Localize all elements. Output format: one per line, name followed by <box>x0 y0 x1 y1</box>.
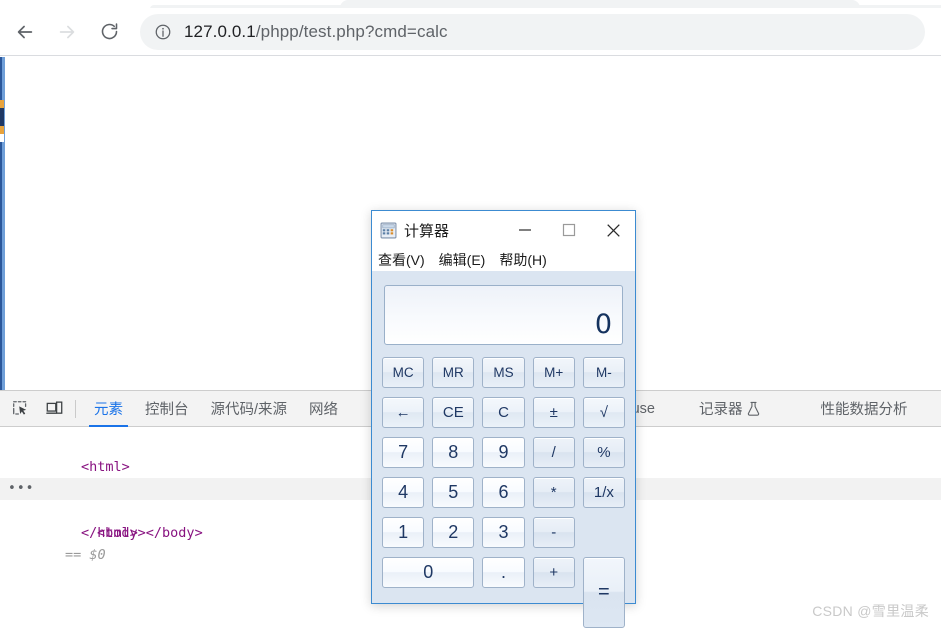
menu-edit[interactable]: 编辑(E) <box>439 250 486 270</box>
minimize-button[interactable] <box>503 211 547 249</box>
devtools-tab-elements[interactable]: 元素 <box>83 391 134 427</box>
devtools-tab-label: 控制台 <box>145 402 189 418</box>
calculator-title-text: 计算器 <box>404 222 450 240</box>
flask-icon <box>747 401 760 416</box>
button-decimal[interactable]: . <box>482 557 525 588</box>
reload-button[interactable] <box>92 15 126 49</box>
devtools-tab-label: 网络 <box>309 402 339 418</box>
button-7[interactable]: 7 <box>382 437 425 468</box>
close-icon <box>606 223 620 237</box>
button-percent[interactable]: % <box>582 437 625 468</box>
menu-view[interactable]: 查看(V) <box>378 250 425 270</box>
calculator-body: 0 MC MR MS M+ M- ← CE C ± √ 7 8 9 / % 4 … <box>372 271 635 629</box>
button-mc[interactable]: MC <box>382 357 425 388</box>
button-c[interactable]: C <box>482 397 525 428</box>
maximize-button[interactable] <box>547 211 591 249</box>
devtools-toolbar-divider <box>75 399 76 418</box>
back-button[interactable] <box>8 15 42 49</box>
screenshot-root: 127.0.0.1/phpp/test.php?cmd=calc 元素 控制台 … <box>0 0 941 629</box>
button-9[interactable]: 9 <box>482 437 525 468</box>
button-8[interactable]: 8 <box>432 437 475 468</box>
button-plus[interactable]: + <box>532 557 575 588</box>
devtools-tab-label: 源代码/来源 <box>210 402 288 418</box>
button-5[interactable]: 5 <box>432 477 475 508</box>
dom-expand-dots[interactable]: ••• <box>8 478 34 500</box>
menu-help[interactable]: 帮助(H) <box>499 250 546 270</box>
calculator-keypad: MC MR MS M+ M- ← CE C ± √ 7 8 9 / % 4 5 … <box>382 357 625 628</box>
button-6[interactable]: 6 <box>482 477 525 508</box>
button-0[interactable]: 0 <box>382 557 475 588</box>
calculator-menubar: 查看(V) 编辑(E) 帮助(H) <box>372 249 635 271</box>
button-2[interactable]: 2 <box>432 517 475 548</box>
browser-tabstrip <box>0 0 941 9</box>
forward-button[interactable] <box>50 15 84 49</box>
inspect-element-button[interactable] <box>6 395 34 423</box>
url-host: 127.0.0.1 <box>184 22 256 41</box>
back-arrow-icon <box>17 25 33 38</box>
devtools-tab-label: 性能数据分析 <box>820 402 908 418</box>
button-sqrt[interactable]: √ <box>582 397 625 428</box>
button-1[interactable]: 1 <box>382 517 425 548</box>
minimize-icon <box>519 229 531 231</box>
button-ce[interactable]: CE <box>432 397 475 428</box>
close-button[interactable] <box>591 211 635 249</box>
button-m-minus[interactable]: M- <box>582 357 625 388</box>
watermark: CSDN @雪里温柔 <box>812 603 929 619</box>
button-multiply[interactable]: * <box>532 477 575 508</box>
devtools-tab-console[interactable]: 控制台 <box>134 391 200 427</box>
button-ms[interactable]: MS <box>482 357 525 388</box>
button-divide[interactable]: / <box>532 437 575 468</box>
background-window-icon-sliver <box>0 100 4 142</box>
browser-tab[interactable] <box>340 0 860 8</box>
calculator-icon <box>380 222 397 238</box>
calculator-display: 0 <box>384 285 623 345</box>
url-path: /phpp/test.php?cmd=calc <box>255 22 448 41</box>
window-controls <box>503 211 635 249</box>
forward-arrow-icon <box>59 25 75 38</box>
devtools-tab-sources[interactable]: 源代码/来源 <box>200 391 299 427</box>
button-equals[interactable]: = <box>582 557 625 628</box>
reload-icon <box>101 23 117 40</box>
dom-selected-marker: == $0 <box>65 547 106 563</box>
address-bar-text: 127.0.0.1/phpp/test.php?cmd=calc <box>184 22 448 42</box>
info-circle-icon[interactable] <box>154 23 172 41</box>
button-m-plus[interactable]: M+ <box>532 357 575 388</box>
devtools-tab-performance-insights[interactable]: 性能数据分析 <box>809 391 918 427</box>
device-toolbar-button[interactable] <box>40 395 68 423</box>
button-3[interactable]: 3 <box>482 517 525 548</box>
inspect-element-icon <box>12 401 26 415</box>
button-backspace[interactable]: ← <box>382 397 425 428</box>
devtools-tab-recorder[interactable]: 记录器 <box>688 391 772 427</box>
calculator-titlebar[interactable]: 计算器 <box>372 211 635 249</box>
maximize-icon <box>562 223 576 237</box>
devtools-tab-label: 记录器 <box>698 402 743 418</box>
button-mr[interactable]: MR <box>432 357 475 388</box>
button-4[interactable]: 4 <box>382 477 425 508</box>
button-minus[interactable]: - <box>532 517 575 548</box>
calculator-window: 计算器 查看(V) 编辑(E) 帮助(H) 0 MC MR MS M+ M- ←… <box>371 210 636 628</box>
devtools-tab-network[interactable]: 网络 <box>298 391 349 427</box>
dom-line-text: </html> <box>81 525 138 541</box>
device-toolbar-icon <box>45 401 62 414</box>
devtools-tab-label: 元素 <box>94 402 123 418</box>
address-bar[interactable]: 127.0.0.1/phpp/test.php?cmd=calc <box>140 14 925 50</box>
button-reciprocal[interactable]: 1/x <box>582 477 625 508</box>
calculator-display-value: 0 <box>594 309 612 340</box>
button-sign[interactable]: ± <box>532 397 575 428</box>
